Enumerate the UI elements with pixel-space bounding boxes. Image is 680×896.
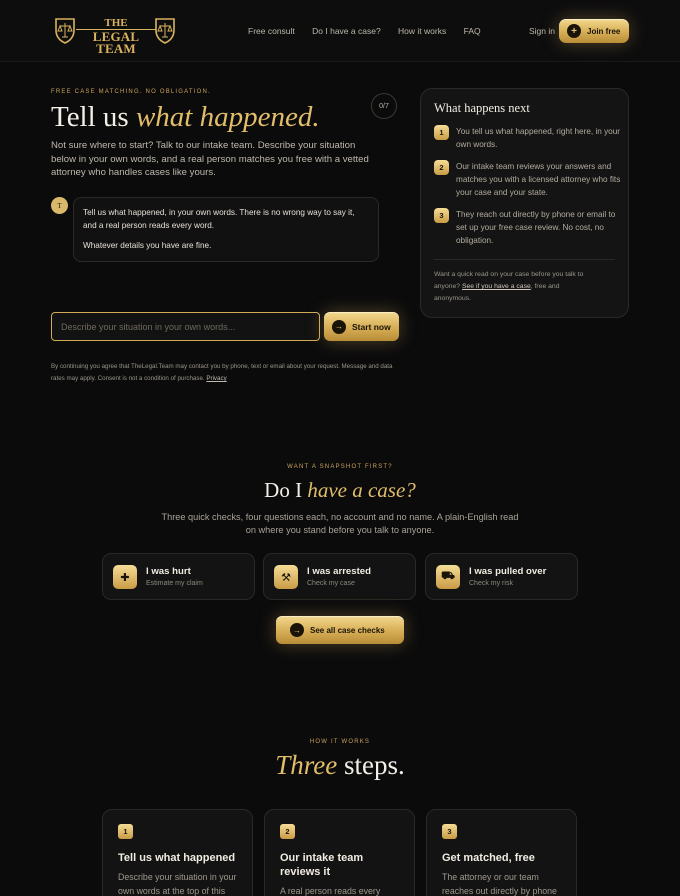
how-step-card-1: 1 Tell us what happened Describe your si…	[102, 809, 253, 896]
how-title-plain: steps.	[344, 750, 405, 780]
hero-title: Tell us what happened.	[51, 101, 320, 134]
step-number-badge: 1	[118, 824, 133, 839]
nav-link-do-i-have-a-case[interactable]: Do I have a case?	[312, 26, 381, 36]
next-step-3: 3 They reach out directly by phone or em…	[434, 208, 624, 247]
how-title: Three steps.	[0, 750, 680, 781]
how-step-card-3: 3 Get matched, free The attorney or our …	[426, 809, 577, 896]
logo-line1: THE	[104, 17, 128, 29]
logo-line2: LEGAL TEAM	[76, 29, 156, 55]
card-title: What happens next	[434, 101, 530, 115]
gavel-icon: ⚒	[274, 565, 298, 589]
card-divider	[434, 259, 615, 260]
arrow-right-icon: →	[332, 319, 346, 334]
how-title-italic: Three	[275, 750, 338, 780]
case-check-sub: Check my case	[307, 580, 355, 587]
hero-eyebrow: FREE CASE MATCHING. NO OBLIGATION.	[51, 89, 211, 95]
next-step-2: 2 Our intake team reviews your answers a…	[434, 160, 624, 199]
what-happens-next-card: What happens next 1 You tell us what hap…	[420, 88, 629, 318]
nav-links: Free consult Do I have a case? How it wo…	[248, 26, 496, 36]
hero-title-italic: what happened.	[135, 101, 320, 133]
nav-link-faq[interactable]: FAQ	[464, 26, 481, 36]
case-check-title: I was pulled over	[469, 566, 547, 577]
how-step-desc: Describe your situation in your own word…	[118, 872, 237, 896]
join-free-label: Join free	[587, 26, 621, 36]
next-step-text: You tell us what happened, right here, i…	[456, 127, 621, 149]
step-number-badge: 1	[434, 125, 449, 140]
privacy-link[interactable]: Privacy	[206, 375, 226, 382]
snapshot-title: Do I have a case?	[0, 478, 680, 503]
nav-link-how-it-works[interactable]: How it works	[398, 26, 446, 36]
how-step-card-2: 2 Our intake team reviews it A real pers…	[264, 809, 415, 896]
step-number-badge: 3	[442, 824, 457, 839]
step-number-badge: 3	[434, 208, 449, 223]
hero-lead: Not sure where to start? Talk to our int…	[51, 140, 369, 178]
snapshot-title-italic: have a case?	[307, 478, 416, 502]
snapshot-eyebrow: WANT A SNAPSHOT FIRST?	[287, 464, 393, 470]
step-number-badge: 2	[434, 160, 449, 175]
medical-cross-icon: ✚	[113, 565, 137, 589]
case-check-sub: Check my risk	[469, 580, 513, 587]
start-now-button[interactable]: → Start now	[324, 312, 399, 341]
bubble-line2: Whatever details you have are fine.	[83, 241, 212, 250]
step-number-badge: 2	[280, 824, 295, 839]
case-check-hurt[interactable]: ✚ I was hurt Estimate my claim	[102, 553, 255, 600]
case-check-title: I was arrested	[307, 566, 371, 577]
bubble-line1: Tell us what happened, in your own words…	[83, 208, 355, 230]
plus-icon: +	[567, 24, 581, 38]
how-step-title: Our intake team reviews it	[280, 852, 364, 878]
card-footnote: Want a quick read on your case before yo…	[434, 269, 594, 305]
how-step-desc: A real person reads every	[280, 886, 381, 896]
case-check-title: I was hurt	[146, 566, 191, 577]
case-check-pulled-over[interactable]: ⛟ I was pulled over Check my risk	[425, 553, 578, 600]
scales-shield-icon	[55, 18, 75, 44]
join-free-button[interactable]: + Join free	[559, 19, 629, 43]
case-check-arrested[interactable]: ⚒ I was arrested Check my case	[263, 553, 416, 600]
see-all-case-checks-button[interactable]: → See all case checks	[276, 616, 404, 644]
scales-shield-icon	[155, 18, 175, 44]
logo[interactable]: THE LEGAL TEAM	[54, 16, 176, 55]
snapshot-subtitle-text: Three quick checks, four questions each,…	[161, 512, 519, 535]
start-now-label: Start now	[352, 321, 391, 332]
intake-avatar: T	[51, 197, 68, 214]
snapshot-subtitle: Three quick checks, four questions each,…	[0, 511, 680, 537]
how-step-title: Get matched, free	[442, 852, 535, 864]
car-icon: ⛟	[436, 565, 460, 589]
arrow-right-icon: →	[290, 623, 304, 637]
see-if-you-have-a-case-link[interactable]: See if you have a case	[462, 283, 531, 290]
next-step-text: Our intake team reviews your answers and…	[456, 162, 621, 197]
top-nav: THE LEGAL TEAM Free consult Do I have a …	[0, 0, 680, 62]
how-step-desc: The attorney or our team reaches out dir…	[442, 872, 557, 896]
snapshot-title-plain: Do I	[264, 478, 303, 502]
how-step-title: Tell us what happened	[118, 852, 236, 864]
intake-message-bubble: Tell us what happened, in your own words…	[73, 197, 379, 262]
how-eyebrow: HOW IT WORKS	[309, 739, 371, 745]
hero-title-plain: Tell us	[51, 101, 129, 133]
case-check-sub: Estimate my claim	[146, 580, 203, 587]
nav-link-free-consult[interactable]: Free consult	[248, 26, 295, 36]
step-counter: 0/7	[371, 93, 397, 119]
next-step-1: 1 You tell us what happened, right here,…	[434, 125, 624, 151]
situation-input[interactable]: Describe your situation in your own word…	[51, 312, 320, 341]
sign-in-link[interactable]: Sign in	[529, 26, 555, 36]
see-all-label: See all case checks	[310, 625, 385, 635]
next-step-text: They reach out directly by phone or emai…	[456, 210, 616, 245]
consent-text: By continuing you agree that TheLegal.Te…	[51, 361, 401, 385]
